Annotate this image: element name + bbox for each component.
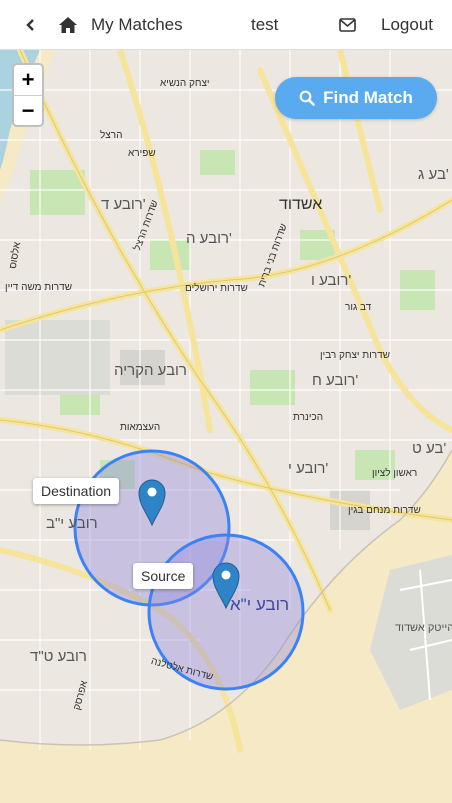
zoom-out-button[interactable]: − xyxy=(14,96,42,126)
street-label: שדרות מנחם בגין xyxy=(348,505,421,516)
street-label: ראשון לציון xyxy=(372,468,418,479)
place-label: רובע ו' xyxy=(311,272,352,289)
envelope-icon xyxy=(339,18,356,32)
place-label: רובע י"א xyxy=(230,595,290,614)
username-label: test xyxy=(251,15,279,34)
place-label: רובע י' xyxy=(288,460,329,477)
place-label: בע ט' xyxy=(412,440,447,457)
messages-button[interactable] xyxy=(339,0,356,50)
chevron-left-icon xyxy=(26,19,34,31)
search-icon xyxy=(299,90,315,106)
place-label: בע ג' xyxy=(418,166,449,183)
street-label: שפירא xyxy=(128,148,156,159)
place-label: רובע י"ב xyxy=(46,515,98,532)
street-label: דב גור xyxy=(345,302,372,313)
my-matches-label: My Matches xyxy=(91,15,183,34)
back-button[interactable] xyxy=(24,0,38,50)
street-label: שדרות ירושלים xyxy=(185,283,248,294)
street-label: יצחק הנשיא xyxy=(160,78,210,89)
zoom-in-button[interactable]: + xyxy=(14,65,42,96)
place-label: רובע ט"ד xyxy=(30,648,87,665)
place-label: פארק הייטק אשדוד xyxy=(395,622,452,634)
map-tiles[interactable] xyxy=(0,50,452,803)
my-matches-link[interactable]: My Matches xyxy=(58,0,183,50)
map-view[interactable]: אשדוד רובע ה' רובע ד' רובע ו' רובע הקריה… xyxy=(0,50,452,803)
logout-link[interactable]: Logout xyxy=(381,0,433,50)
place-label: רובע ד' xyxy=(101,196,146,213)
place-label: רובע ח' xyxy=(312,372,359,389)
zoom-control: + − xyxy=(12,63,44,127)
find-match-button[interactable]: Find Match xyxy=(275,77,437,119)
place-label: רובע הקריה xyxy=(114,362,187,379)
street-label: הכינרת xyxy=(293,412,324,423)
street-label: העצמאות xyxy=(120,422,161,433)
top-navbar: My Matches test Logout xyxy=(0,0,452,50)
find-match-label: Find Match xyxy=(323,88,413,107)
street-label: שדרות משה דיין xyxy=(5,282,72,293)
street-label: הרצל xyxy=(100,130,123,141)
place-label: רובע ה' xyxy=(186,230,232,247)
source-tooltip: Source xyxy=(133,563,194,589)
destination-tooltip: Destination xyxy=(33,478,120,504)
street-label: שדרות יצחק רבין xyxy=(320,350,390,361)
home-icon xyxy=(59,17,77,33)
city-label: אשדוד xyxy=(279,196,323,213)
